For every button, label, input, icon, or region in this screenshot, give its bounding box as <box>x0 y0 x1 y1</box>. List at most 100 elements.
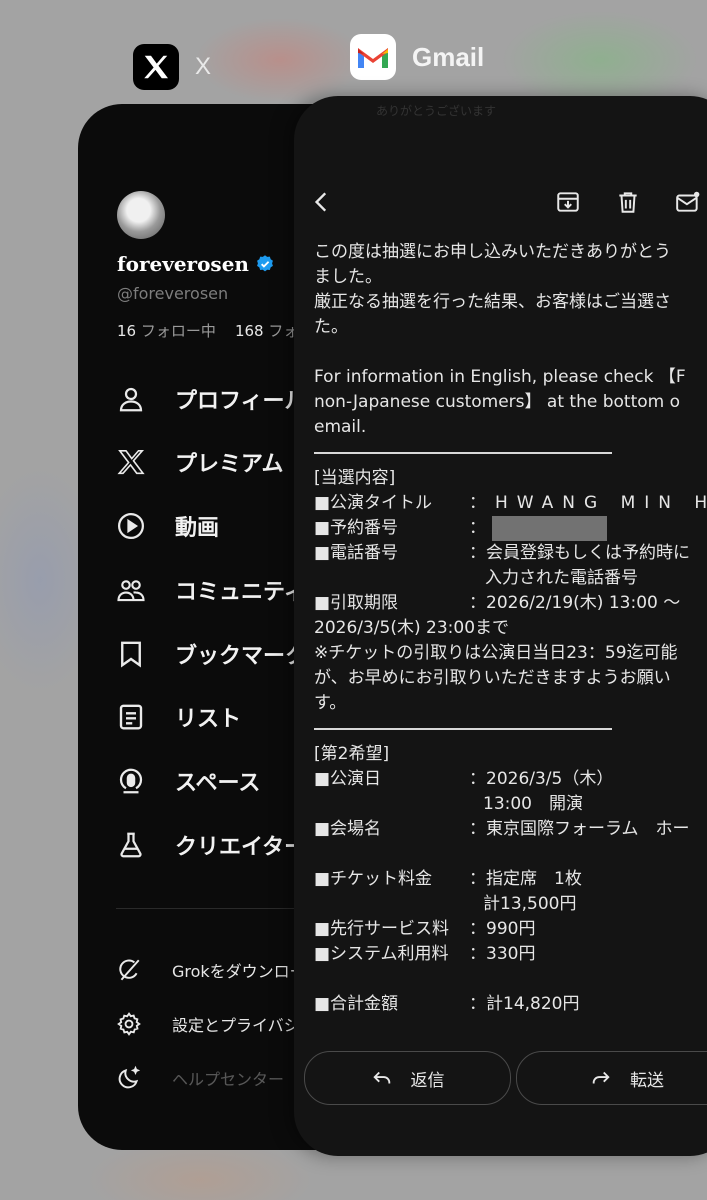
kv-value: ：計14,820円 <box>469 994 580 1014</box>
email-line: た。 <box>314 317 348 337</box>
gmail-app-card[interactable]: ありがとうございます この度は抽選にお申し込みいただきありがとう ました。 厳正… <box>294 96 707 1156</box>
kv-value: ：330円 <box>469 944 536 964</box>
kv-key: ■システム利用料 <box>314 944 449 964</box>
email-body: この度は抽選にお申し込みいただきありがとう ました。 厳正なる抽選を行った結果、… <box>314 240 707 1017</box>
separator-rule <box>314 728 612 742</box>
follow-stats[interactable]: 16 フォロー中 168 フォ <box>117 320 298 341</box>
menu-item-creator-studio[interactable]: クリエイター <box>116 825 306 865</box>
creator-flask-icon <box>120 832 142 858</box>
avatar[interactable] <box>117 191 165 239</box>
profile-handle: @foreverosen <box>117 284 229 303</box>
email-line: が、お早めにお引取りいただきますようお願い <box>314 668 671 688</box>
kv-period: ■引取期限 ：2026/2/19(木) 13:00 ～ <box>314 591 707 616</box>
kv-date-cont: 13:00 開演 <box>314 792 707 817</box>
menu-item-video[interactable]: 動画 <box>116 506 219 546</box>
menu-item-label: クリエイター <box>175 835 307 860</box>
kv-value: 計13,500円 <box>483 894 577 914</box>
moon-icon <box>118 1065 141 1089</box>
kv-value: ：2026/2/19(木) 13:00 ～ <box>469 593 681 613</box>
kv-value: ：会員登録もしくは予約時に <box>469 543 690 563</box>
gmail-toolbar <box>294 182 707 222</box>
ghost-status-text: ありがとうございます <box>376 104 497 118</box>
archive-button[interactable] <box>552 186 584 218</box>
display-name-text: foreverosen <box>117 252 249 276</box>
back-button[interactable] <box>306 186 338 218</box>
forward-icon <box>592 1071 610 1084</box>
email-line: ※チケットの引取りは公演日当日23：59迄可能 <box>314 643 678 663</box>
kv-key: ■予約番号 <box>314 518 399 538</box>
bookmark-icon <box>121 641 141 668</box>
menu-item-help-center[interactable]: ヘルプセンター <box>116 1062 284 1094</box>
kv-service: ■先行サービス料 ：990円 <box>314 917 707 942</box>
x-logo-icon <box>117 449 145 475</box>
delete-button[interactable] <box>612 186 644 218</box>
kv-title: ■公演タイトル ：HWANG MIN HY <box>314 491 707 516</box>
grok-icon <box>119 959 140 981</box>
email-line: この度は抽選にお申し込みいただきありがとう <box>314 242 671 262</box>
email-line: ました。 <box>314 267 382 287</box>
list-icon <box>119 704 143 730</box>
email-line: す。 <box>314 693 347 713</box>
kv-key: ■公演タイトル <box>314 493 433 513</box>
followers-count: 168 <box>234 322 264 340</box>
forward-label: 転送 <box>630 1070 664 1091</box>
kv-phone-cont: 入力された電話番号 <box>314 566 707 591</box>
spaces-icon <box>119 768 143 794</box>
email-line: 厳正なる抽選を行った結果、お客様はご当選さ <box>314 292 671 312</box>
menu-item-settings[interactable]: 設定とプライバシー <box>116 1008 316 1040</box>
kv-value: 入力された電話番号 <box>485 568 638 588</box>
kv-system: ■システム利用料 ：330円 <box>314 942 707 967</box>
profile-display-name[interactable]: foreverosen <box>117 252 275 276</box>
menu-item-grok-download[interactable]: Grokをダウンロード <box>116 954 322 986</box>
kv-key: ■先行サービス料 <box>314 919 450 939</box>
kv-key: ■会場名 <box>314 819 382 839</box>
menu-item-profile[interactable]: プロフィール <box>116 379 307 419</box>
kv-date: ■公演日 ：2026/3/5（木） <box>314 767 707 792</box>
menu-item-label: 動画 <box>175 516 220 541</box>
menu-item-premium[interactable]: プレミアム <box>116 442 283 482</box>
reply-button[interactable]: 返信 <box>304 1051 511 1105</box>
following-count: 16 <box>117 322 137 340</box>
forward-button[interactable]: 転送 <box>516 1051 707 1105</box>
x-app-name: X <box>195 53 212 80</box>
email-line: 2026/3/5(木) 23:00まで <box>314 618 510 638</box>
gmail-app-name: Gmail <box>412 41 485 72</box>
person-icon <box>119 387 143 412</box>
redacted-block <box>492 516 607 541</box>
kv-phone: ■電話番号 ：会員登録もしくは予約時に <box>314 541 707 566</box>
verified-badge-icon <box>257 255 273 272</box>
reply-label: 返信 <box>410 1070 445 1091</box>
menu-item-bookmarks[interactable]: ブックマーク <box>116 634 307 674</box>
mark-unread-button[interactable] <box>672 186 704 218</box>
kv-key: ■チケット料金 <box>314 869 433 889</box>
kv-value: ：東京国際フォーラム ホー <box>469 819 690 839</box>
kv-total: ■合計金額 ：計14,820円 <box>314 992 707 1017</box>
menu-item-lists[interactable]: リスト <box>116 697 241 737</box>
kv-key: ■引取期限 <box>314 593 399 613</box>
menu-item-label: ヘルプセンター <box>172 1070 285 1089</box>
menu-item-label: ブックマーク <box>175 644 308 669</box>
gmail-app-icon <box>350 34 396 80</box>
menu-item-label: プロフィール <box>175 389 307 414</box>
menu-item-label: リスト <box>175 707 242 732</box>
email-line: non-Japanese customers】 at the bottom o <box>314 392 681 412</box>
play-icon <box>118 513 144 539</box>
menu-item-label: プレミアム <box>175 452 284 477</box>
menu-item-label: コミュニティ <box>175 580 306 605</box>
separator-rule <box>314 452 612 466</box>
menu-item-spaces[interactable]: スペース <box>116 761 260 801</box>
kv-key: ■電話番号 <box>314 543 399 563</box>
email-line: For information in English, please check… <box>314 367 686 387</box>
trash-icon <box>619 192 637 213</box>
kv-value: ：HWANG MIN HY <box>469 493 707 513</box>
kv-value: ：2026/3/5（木） <box>469 769 614 789</box>
x-app-label[interactable]: X <box>133 44 211 90</box>
archive-icon <box>557 192 579 212</box>
settings-gear-icon <box>117 1012 141 1036</box>
gmail-app-label[interactable]: Gmail <box>350 34 484 80</box>
mail-unread-icon <box>676 191 700 212</box>
kv-value: ：990円 <box>469 919 536 939</box>
menu-item-communities[interactable]: コミュニティ <box>116 570 306 610</box>
email-line: email. <box>314 417 367 437</box>
kv-value: ： <box>469 518 486 538</box>
